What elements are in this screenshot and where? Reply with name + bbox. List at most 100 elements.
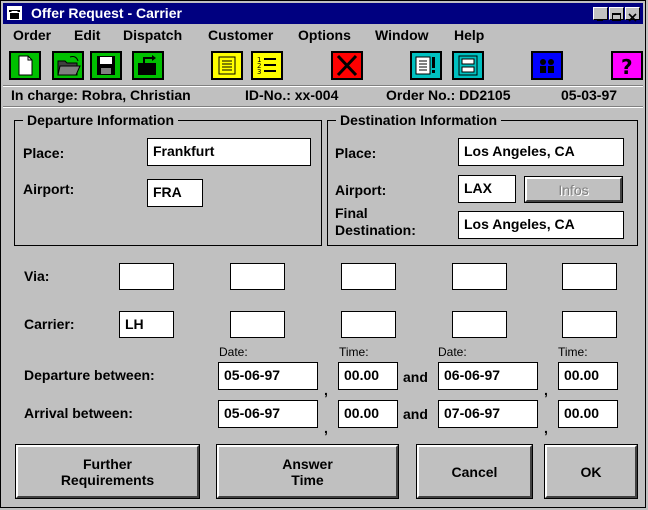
time-column-label: Time: [339, 345, 369, 359]
new-document-button[interactable] [9, 51, 41, 80]
via-label: Via: [24, 268, 50, 284]
export-button[interactable] [132, 51, 164, 80]
destination-group: Destination Information Place: Los Angel… [327, 112, 638, 246]
numbered-list-button[interactable]: 123 [251, 51, 283, 80]
arrival-date-from-field[interactable]: 05-06-97 [218, 400, 318, 428]
menu-edit[interactable]: Edit [74, 27, 100, 43]
new-document-icon [18, 55, 33, 76]
departure-airport-field[interactable]: FRA [147, 179, 203, 207]
close-icon [628, 13, 637, 22]
delete-button[interactable] [331, 51, 363, 80]
arrival-between-label: Arrival between: [24, 405, 133, 421]
open-folder-button[interactable] [52, 51, 84, 80]
final-destination-label-line1: Final [335, 205, 368, 221]
svg-text:?: ? [621, 55, 633, 78]
carrier-field-5[interactable] [562, 311, 617, 338]
separator [3, 106, 643, 108]
destination-airport-field[interactable]: LAX [458, 175, 516, 203]
departure-between-label: Departure between: [24, 367, 155, 383]
alert-document-icon [415, 56, 435, 75]
minimize-icon [597, 19, 603, 21]
toolbar: 123 ? [3, 47, 643, 83]
departure-time-to-field[interactable]: 00.00 [558, 362, 618, 390]
comma-separator: , [544, 382, 548, 398]
svg-text:3: 3 [257, 68, 261, 76]
date-column-label: Date: [219, 345, 248, 359]
departure-date-to-field[interactable]: 06-06-97 [438, 362, 538, 390]
save-button[interactable] [90, 51, 122, 80]
destination-place-label: Place: [335, 145, 377, 161]
offer-request-window: Offer Request - Carrier Order Edit Dispa… [0, 0, 646, 508]
infos-button[interactable]: Infos [524, 176, 623, 203]
maximize-button[interactable] [609, 7, 624, 21]
title-bar[interactable]: Offer Request - Carrier [3, 3, 643, 24]
arrival-time-from-field[interactable]: 00.00 [338, 400, 398, 428]
destination-legend: Destination Information [336, 112, 502, 128]
destination-airport-label: Airport: [335, 182, 387, 198]
arrival-time-to-field[interactable]: 00.00 [558, 400, 618, 428]
via-field-1[interactable] [119, 263, 174, 290]
further-requirements-label-line2: Requirements [60, 471, 155, 488]
minimize-button[interactable] [593, 7, 608, 21]
further-requirements-label-line1: Further [83, 455, 132, 472]
help-question-icon: ? [621, 55, 633, 79]
carrier-field-2[interactable] [230, 311, 285, 338]
order-date-text: 05-03-97 [561, 87, 618, 103]
help-button[interactable]: ? [611, 51, 643, 80]
alert-document-button[interactable] [410, 51, 442, 80]
departure-place-field[interactable]: Frankfurt [147, 138, 311, 166]
further-requirements-button[interactable]: Further Requirements [15, 444, 200, 499]
comma-separator: , [324, 382, 328, 398]
departure-place-label: Place: [23, 145, 65, 161]
departure-legend: Departure Information [23, 112, 179, 128]
menu-dispatch[interactable]: Dispatch [123, 27, 182, 43]
and-label: and [403, 406, 428, 422]
ok-button[interactable]: OK [544, 444, 638, 499]
arrival-date-to-field[interactable]: 07-06-97 [438, 400, 538, 428]
departure-date-from-field[interactable]: 05-06-97 [218, 362, 318, 390]
carrier-field-4[interactable] [452, 311, 507, 338]
cancel-button[interactable]: Cancel [416, 444, 533, 499]
menu-order[interactable]: Order [13, 27, 51, 43]
form-view-icon [458, 55, 478, 76]
notepad-icon [218, 56, 236, 75]
via-field-4[interactable] [452, 263, 507, 290]
menu-bar: Order Edit Dispatch Customer Options Win… [3, 25, 643, 45]
departure-time-from-field[interactable]: 00.00 [338, 362, 398, 390]
people-button[interactable] [531, 51, 563, 80]
maximize-icon [612, 13, 621, 21]
time-column-label: Time: [558, 345, 588, 359]
form-view-button[interactable] [452, 51, 484, 80]
window-title: Offer Request - Carrier [31, 5, 182, 21]
order-number-text: Order No.: DD2105 [386, 87, 511, 103]
id-number-text: ID-No.: xx-004 [245, 87, 339, 103]
via-field-2[interactable] [230, 263, 285, 290]
menu-window[interactable]: Window [375, 27, 429, 43]
final-destination-field[interactable]: Los Angeles, CA [458, 211, 624, 239]
menu-customer[interactable]: Customer [208, 27, 273, 43]
phone-app-icon[interactable] [7, 6, 22, 20]
people-icon [540, 59, 554, 73]
via-field-3[interactable] [341, 263, 396, 290]
comma-separator: , [544, 420, 548, 436]
close-button[interactable] [625, 7, 640, 22]
destination-place-field[interactable]: Los Angeles, CA [458, 138, 624, 166]
carrier-field-3[interactable] [341, 311, 396, 338]
answer-time-label-line2: Time [291, 471, 324, 488]
delete-x-icon [336, 54, 358, 77]
save-disk-icon [97, 56, 115, 75]
answer-time-label-line1: Answer [282, 455, 333, 472]
carrier-field-1[interactable]: LH [119, 311, 174, 338]
notepad-button[interactable] [211, 51, 243, 80]
via-field-5[interactable] [562, 263, 617, 290]
carrier-label: Carrier: [24, 316, 75, 332]
answer-time-button[interactable]: Answer Time [216, 444, 399, 499]
comma-separator: , [324, 420, 328, 436]
departure-group: Departure Information Place: Frankfurt A… [14, 112, 322, 246]
numbered-list-icon: 123 [257, 56, 276, 76]
menu-options[interactable]: Options [298, 27, 351, 43]
date-column-label: Date: [438, 345, 467, 359]
and-label: and [403, 369, 428, 385]
final-destination-label-line2: Destination: [335, 222, 416, 238]
menu-help[interactable]: Help [454, 27, 484, 43]
